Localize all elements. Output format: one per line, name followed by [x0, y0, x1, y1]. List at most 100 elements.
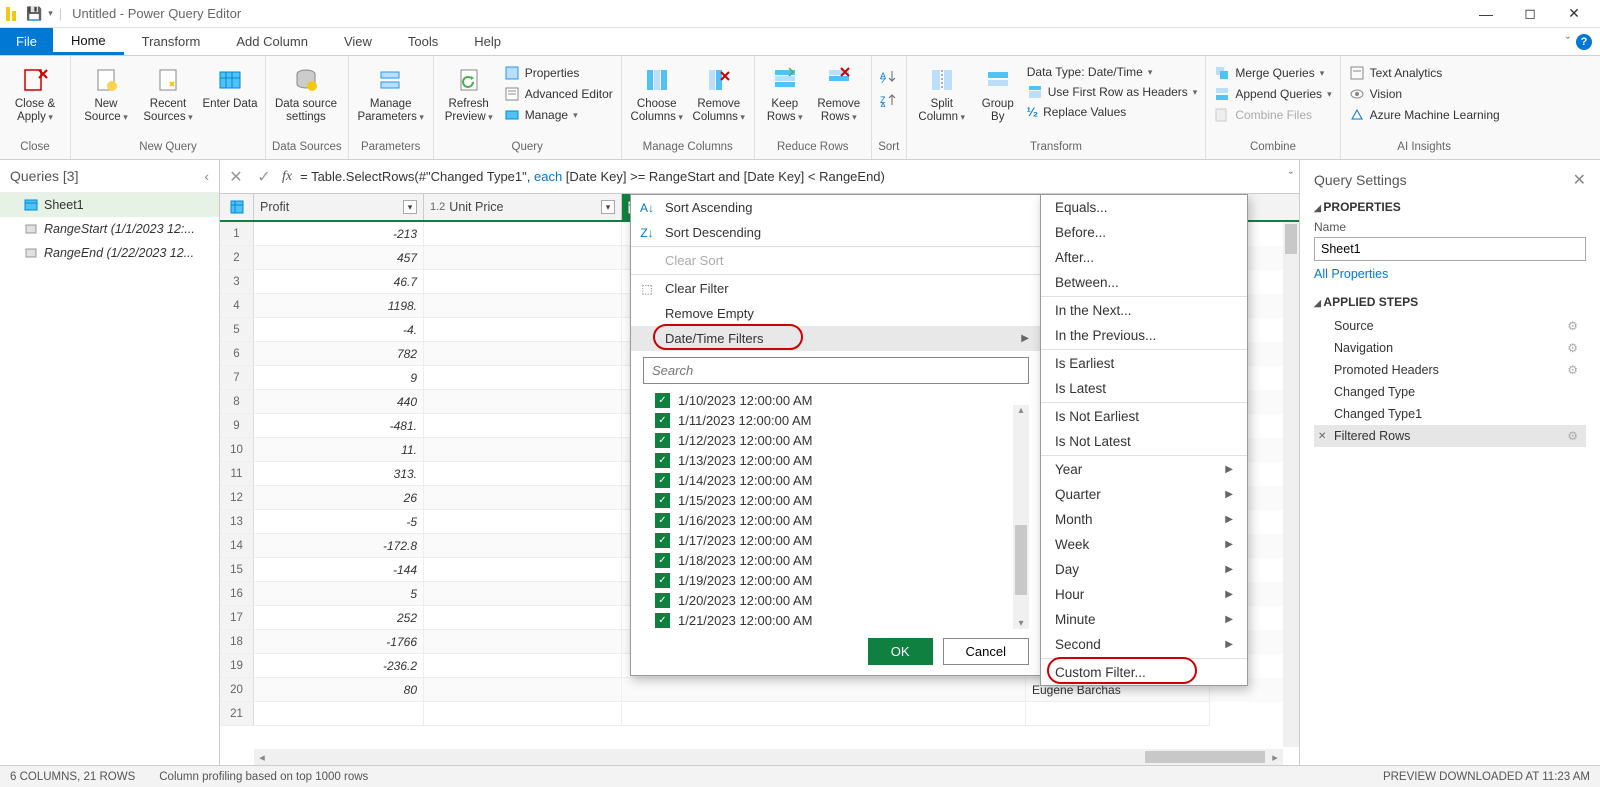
save-icon[interactable]: 💾 — [26, 6, 42, 22]
btn-datasource-settings[interactable]: Data source settings — [272, 60, 340, 123]
cell-unitprice[interactable] — [424, 534, 622, 558]
submenu-item[interactable]: Week▶ — [1041, 532, 1247, 557]
collapse-ribbon-icon[interactable]: ˇ — [1566, 34, 1570, 49]
tab-help[interactable]: Help — [456, 28, 519, 55]
step-gear-icon[interactable]: ⚙ — [1567, 363, 1578, 377]
cell-unitprice[interactable] — [424, 630, 622, 654]
cell-unitprice[interactable] — [424, 366, 622, 390]
filter-date-option[interactable]: ✓1/18/2023 12:00:00 AM — [655, 550, 1029, 570]
formula-commit-icon[interactable]: ✓ — [254, 167, 274, 187]
cell-profit[interactable]: 80 — [254, 678, 424, 702]
filter-date-option[interactable]: ✓1/20/2023 12:00:00 AM — [655, 590, 1029, 610]
menu-sort-descending[interactable]: Z↓Sort Descending — [631, 220, 1041, 245]
cell-profit[interactable]: 26 — [254, 486, 424, 510]
cell-profit[interactable]: 9 — [254, 366, 424, 390]
cell-unitprice[interactable] — [424, 558, 622, 582]
cell-profit[interactable]: 782 — [254, 342, 424, 366]
menu-clear-filter[interactable]: ⬚Clear Filter — [631, 276, 1041, 301]
btn-split-column[interactable]: Split Column — [913, 60, 971, 123]
cell-unitprice[interactable] — [424, 222, 622, 246]
checkbox-icon[interactable]: ✓ — [655, 553, 670, 568]
btn-first-row-headers[interactable]: Use First Row as Headers — [1025, 83, 1200, 101]
cell-unitprice[interactable] — [424, 342, 622, 366]
settings-close-icon[interactable]: ✕ — [1573, 170, 1586, 190]
submenu-item[interactable]: Year▶ — [1041, 457, 1247, 482]
applied-step[interactable]: Filtered Rows⚙ — [1314, 425, 1586, 447]
btn-new-source[interactable]: New Source — [77, 60, 135, 123]
btn-advanced-editor[interactable]: Advanced Editor — [502, 85, 615, 103]
cell-profit[interactable]: -1766 — [254, 630, 424, 654]
cell-profit[interactable]: 457 — [254, 246, 424, 270]
submenu-item[interactable]: Is Not Earliest — [1041, 404, 1247, 429]
all-properties-link[interactable]: All Properties — [1314, 267, 1388, 281]
cell-datekey[interactable] — [622, 678, 1026, 702]
btn-manage[interactable]: Manage — [502, 106, 615, 124]
cell-profit[interactable]: -5 — [254, 510, 424, 534]
col-dropdown-icon[interactable]: ▾ — [601, 200, 615, 214]
submenu-item[interactable]: Second▶ — [1041, 632, 1247, 657]
filter-cancel-button[interactable]: Cancel — [943, 638, 1029, 665]
btn-close-apply[interactable]: Close & Apply — [6, 60, 64, 123]
btn-enter-data[interactable]: Enter Data — [201, 60, 259, 111]
submenu-item[interactable]: Minute▶ — [1041, 607, 1247, 632]
cell-datekey[interactable] — [622, 702, 1026, 726]
maximize-button[interactable]: ◻ — [1508, 0, 1552, 28]
cell-unitprice[interactable] — [424, 486, 622, 510]
btn-datatype[interactable]: Data Type: Date/Time — [1025, 64, 1200, 80]
btn-remove-columns[interactable]: Remove Columns — [690, 60, 748, 123]
filter-date-option[interactable]: ✓1/14/2023 12:00:00 AM — [655, 470, 1029, 490]
filter-search[interactable] — [643, 357, 1029, 384]
table-icon[interactable] — [220, 194, 254, 220]
cell-profit[interactable] — [254, 702, 424, 726]
filter-date-option[interactable]: ✓1/12/2023 12:00:00 AM — [655, 430, 1029, 450]
filter-search-input[interactable] — [643, 357, 1029, 384]
btn-append-queries[interactable]: Append Queries — [1212, 85, 1333, 103]
menu-remove-empty[interactable]: Remove Empty — [631, 301, 1041, 326]
checkbox-icon[interactable]: ✓ — [655, 413, 670, 428]
filter-date-option[interactable]: ✓1/11/2023 12:00:00 AM — [655, 410, 1029, 430]
checkbox-icon[interactable]: ✓ — [655, 493, 670, 508]
applied-step[interactable]: Changed Type — [1314, 381, 1586, 403]
submenu-item[interactable]: In the Next... — [1041, 298, 1247, 323]
btn-choose-columns[interactable]: Choose Columns — [628, 60, 686, 123]
btn-replace-values[interactable]: ¹⁄₂Replace Values — [1025, 104, 1200, 120]
cell-profit[interactable]: 11. — [254, 438, 424, 462]
submenu-item[interactable]: Between... — [1041, 270, 1247, 295]
submenu-item[interactable]: Hour▶ — [1041, 582, 1247, 607]
query-item[interactable]: RangeEnd (1/22/2023 12... — [0, 241, 219, 265]
btn-text-analytics[interactable]: Text Analytics — [1347, 64, 1502, 82]
btn-vision[interactable]: Vision — [1347, 85, 1502, 103]
submenu-item[interactable]: In the Previous... — [1041, 323, 1247, 348]
checkbox-icon[interactable]: ✓ — [655, 613, 670, 628]
formula-expand-icon[interactable]: ˇ — [1289, 169, 1293, 184]
submenu-item[interactable]: Is Not Latest — [1041, 429, 1247, 454]
btn-properties[interactable]: Properties — [502, 64, 615, 82]
cell-unitprice[interactable] — [424, 246, 622, 270]
close-window-button[interactable]: ✕ — [1552, 0, 1596, 28]
checkbox-icon[interactable]: ✓ — [655, 453, 670, 468]
cell-unitprice[interactable] — [424, 606, 622, 630]
applied-step[interactable]: Changed Type1 — [1314, 403, 1586, 425]
step-gear-icon[interactable]: ⚙ — [1567, 341, 1578, 355]
btn-group-by[interactable]: Group By — [975, 60, 1021, 123]
cell-unitprice[interactable] — [424, 702, 622, 726]
step-gear-icon[interactable]: ⚙ — [1567, 319, 1578, 333]
filter-date-option[interactable]: ✓1/21/2023 12:00:00 AM — [655, 610, 1029, 630]
cell-unitprice[interactable] — [424, 294, 622, 318]
grid-scrollbar-vertical[interactable]: ▴ — [1283, 222, 1299, 747]
filter-date-option[interactable]: ✓1/13/2023 12:00:00 AM — [655, 450, 1029, 470]
checkbox-icon[interactable]: ✓ — [655, 593, 670, 608]
cell-unitprice[interactable] — [424, 654, 622, 678]
submenu-item[interactable]: Is Earliest — [1041, 351, 1247, 376]
submenu-item[interactable]: Quarter▶ — [1041, 482, 1247, 507]
submenu-item[interactable]: After... — [1041, 245, 1247, 270]
btn-sort-asc[interactable]: AZ — [878, 68, 900, 84]
menu-sort-ascending[interactable]: A↓Sort Ascending — [631, 195, 1041, 220]
btn-merge-queries[interactable]: Merge Queries — [1212, 64, 1333, 82]
btn-manage-parameters[interactable]: Manage Parameters — [355, 60, 427, 123]
cell-unitprice[interactable] — [424, 462, 622, 486]
btn-sort-desc[interactable]: ZA — [878, 92, 900, 108]
tab-home[interactable]: Home — [53, 28, 124, 55]
minimize-button[interactable]: — — [1464, 0, 1508, 28]
col-header-unitprice[interactable]: 1.2Unit Price▾ — [424, 194, 622, 220]
